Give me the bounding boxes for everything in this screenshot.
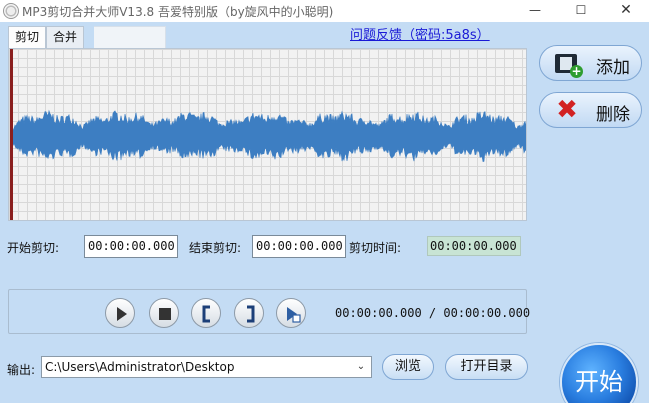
cut-duration-value: 00:00:00.000 bbox=[427, 236, 521, 256]
output-path-value: C:\Users\Administrator\Desktop bbox=[45, 360, 235, 374]
browse-button[interactable]: 浏览 bbox=[382, 354, 434, 380]
output-label: 输出: bbox=[7, 363, 36, 377]
app-icon bbox=[3, 3, 19, 19]
mode-tabs: 剪切 合并 bbox=[8, 26, 85, 48]
start-cut-label: 开始剪切: bbox=[7, 241, 60, 255]
start-cut-input[interactable]: 00:00:00.000 bbox=[84, 235, 178, 258]
delete-button[interactable]: ✖ 删除 bbox=[539, 92, 642, 128]
end-cut-input[interactable]: 00:00:00.000 bbox=[252, 235, 346, 258]
tab-cut[interactable]: 剪切 bbox=[8, 26, 47, 48]
add-button[interactable]: + 添加 bbox=[539, 45, 642, 81]
mark-start-button[interactable] bbox=[191, 298, 221, 328]
add-file-icon: + bbox=[555, 54, 583, 78]
start-button[interactable]: 开始 bbox=[560, 343, 638, 403]
play-icon bbox=[117, 307, 127, 321]
waveform-panel[interactable] bbox=[8, 48, 527, 221]
waveform-path bbox=[13, 109, 526, 162]
output-path-select[interactable]: C:\Users\Administrator\Desktop ⌄ bbox=[41, 356, 372, 378]
play-button[interactable] bbox=[105, 298, 135, 328]
end-cut-label: 结束剪切: bbox=[189, 241, 242, 255]
playback-position: 00:00:00.000 / 00:00:00.000 bbox=[335, 306, 531, 320]
play-selection-button[interactable] bbox=[276, 298, 306, 328]
mark-end-button[interactable] bbox=[234, 298, 264, 328]
cut-duration-label: 剪切时间: bbox=[349, 241, 402, 255]
maximize-button[interactable]: ☐ bbox=[558, 0, 604, 22]
stop-icon bbox=[159, 308, 171, 320]
play-selection-icon bbox=[287, 307, 301, 323]
tab-strip-filler bbox=[94, 26, 166, 48]
player-controls: 00:00:00.000 / 00:00:00.000 bbox=[8, 289, 531, 334]
mark-end-icon bbox=[247, 305, 255, 323]
feedback-link[interactable]: 问题反馈（密码:5a8s） bbox=[350, 24, 490, 43]
delete-button-label: 删除 bbox=[596, 105, 630, 125]
main-client-area: 剪切 合并 问题反馈（密码:5a8s） + 添加 ✖ 删除 开始剪切: 00:0… bbox=[0, 22, 649, 403]
title-bar: MP3剪切合并大师V13.8 吾爱特别版（by旋风中的小聪明) — ☐ ✕ bbox=[0, 0, 649, 22]
tab-merge[interactable]: 合并 bbox=[46, 26, 85, 48]
add-button-label: 添加 bbox=[596, 58, 630, 78]
mark-start-icon bbox=[202, 305, 210, 323]
stop-button[interactable] bbox=[149, 298, 179, 328]
waveform bbox=[13, 109, 526, 162]
delete-icon: ✖ bbox=[556, 95, 578, 125]
minimize-button[interactable]: — bbox=[512, 0, 558, 22]
close-button[interactable]: ✕ bbox=[603, 0, 649, 22]
open-directory-button[interactable]: 打开目录 bbox=[445, 354, 528, 380]
window-title: MP3剪切合并大师V13.8 吾爱特别版（by旋风中的小聪明) bbox=[22, 5, 334, 19]
chevron-down-icon[interactable]: ⌄ bbox=[353, 359, 369, 375]
